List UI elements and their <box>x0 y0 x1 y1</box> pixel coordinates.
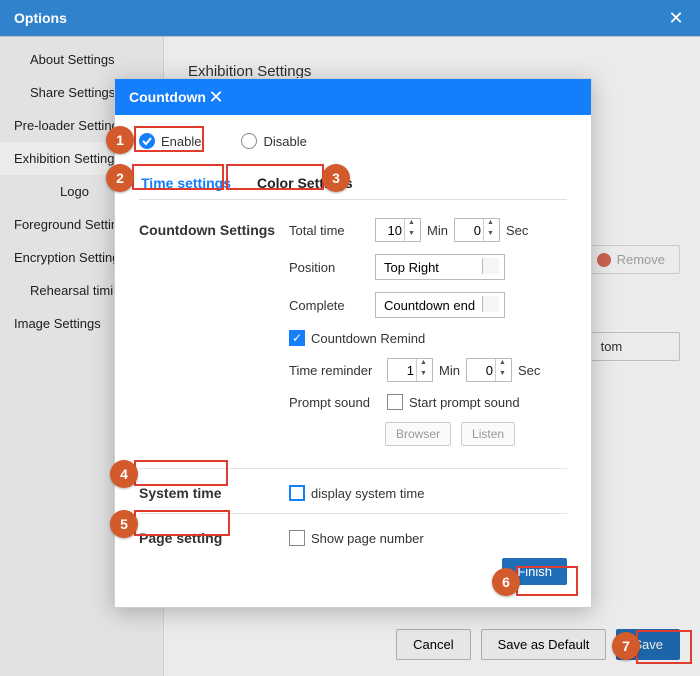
annotation-marker-5: 5 <box>110 510 138 538</box>
enable-label: Enable <box>161 134 201 149</box>
dialog-title: Countdown <box>129 89 206 105</box>
spin-down-icon[interactable]: ▼ <box>484 230 497 241</box>
browser-button[interactable]: Browser <box>385 422 451 446</box>
titlebar: Options ✕ <box>0 0 700 36</box>
remind-sec-input[interactable] <box>467 363 495 378</box>
position-select-input[interactable]: Top Right <box>375 254 505 280</box>
min-label: Min <box>427 223 448 238</box>
countdown-remind-checkbox[interactable] <box>289 330 305 346</box>
position-label: Position <box>289 260 369 275</box>
spin-up-icon[interactable]: ▲ <box>405 219 418 230</box>
position-select[interactable]: Top Right <box>375 254 505 280</box>
remind-min-input[interactable] <box>388 363 416 378</box>
annotation-marker-1: 1 <box>106 126 134 154</box>
min-label: Min <box>439 363 460 378</box>
radio-unchecked-icon <box>241 133 257 149</box>
radio-checked-icon <box>139 133 155 149</box>
complete-label: Complete <box>289 298 369 313</box>
countdown-dialog: Countdown ✕ Enable Disable Time settings… <box>114 78 592 608</box>
total-sec-input[interactable] <box>455 223 483 238</box>
display-system-time-checkbox[interactable] <box>289 485 305 501</box>
system-time-row: System time display system time <box>139 485 567 501</box>
chevron-down-icon <box>488 264 496 269</box>
start-prompt-label: Start prompt sound <box>409 395 520 410</box>
time-reminder-label: Time reminder <box>289 363 381 378</box>
page-setting-heading: Page setting <box>139 530 289 546</box>
separator <box>139 513 567 514</box>
disable-label: Disable <box>263 134 306 149</box>
start-prompt-checkbox[interactable] <box>387 394 403 410</box>
total-time-label: Total time <box>289 223 369 238</box>
annotation-marker-7: 7 <box>612 632 640 660</box>
annotation-marker-6: 6 <box>492 568 520 596</box>
close-icon[interactable]: ✕ <box>666 8 686 29</box>
sec-label: Sec <box>506 223 528 238</box>
chevron-down-icon <box>488 302 496 307</box>
dialog-header: Countdown ✕ <box>115 79 591 115</box>
total-min-spinner[interactable]: ▲▼ <box>375 218 421 242</box>
prompt-sound-label: Prompt sound <box>289 395 381 410</box>
complete-select-input[interactable]: Countdown end <box>375 292 505 318</box>
annotation-marker-2: 2 <box>106 164 134 192</box>
spin-down-icon[interactable]: ▼ <box>417 370 430 381</box>
listen-button[interactable]: Listen <box>461 422 515 446</box>
countdown-settings-heading: Countdown Settings <box>139 222 289 238</box>
enable-disable-row: Enable Disable <box>139 133 567 149</box>
remind-min-spinner[interactable]: ▲▼ <box>387 358 433 382</box>
spin-down-icon[interactable]: ▼ <box>405 230 418 241</box>
show-page-number-checkbox[interactable] <box>289 530 305 546</box>
system-time-heading: System time <box>139 485 289 501</box>
separator <box>139 468 567 469</box>
spin-down-icon[interactable]: ▼ <box>496 370 509 381</box>
dialog-body: Enable Disable Time settings Color Setti… <box>115 115 591 607</box>
sec-label: Sec <box>518 363 540 378</box>
spin-up-icon[interactable]: ▲ <box>484 219 497 230</box>
disable-radio[interactable]: Disable <box>241 133 306 149</box>
spin-up-icon[interactable]: ▲ <box>496 359 509 370</box>
total-min-input[interactable] <box>376 223 404 238</box>
dialog-close-icon[interactable]: ✕ <box>206 87 226 108</box>
total-sec-spinner[interactable]: ▲▼ <box>454 218 500 242</box>
dialog-tabs: Time settings Color Settings <box>139 169 567 200</box>
annotation-marker-4: 4 <box>110 460 138 488</box>
enable-radio[interactable]: Enable <box>139 133 201 149</box>
tab-time-settings[interactable]: Time settings <box>139 169 233 199</box>
show-page-number-label: Show page number <box>311 531 424 546</box>
complete-select[interactable]: Countdown end <box>375 292 505 318</box>
spin-up-icon[interactable]: ▲ <box>417 359 430 370</box>
countdown-remind-label: Countdown Remind <box>311 331 425 346</box>
countdown-settings-section: Countdown Settings Total time ▲▼ Min ▲▼ … <box>139 218 567 446</box>
annotation-marker-3: 3 <box>322 164 350 192</box>
display-system-time-label: display system time <box>311 486 424 501</box>
remind-sec-spinner[interactable]: ▲▼ <box>466 358 512 382</box>
page-setting-row: Page setting Show page number <box>139 530 567 546</box>
window-title: Options <box>14 10 67 26</box>
